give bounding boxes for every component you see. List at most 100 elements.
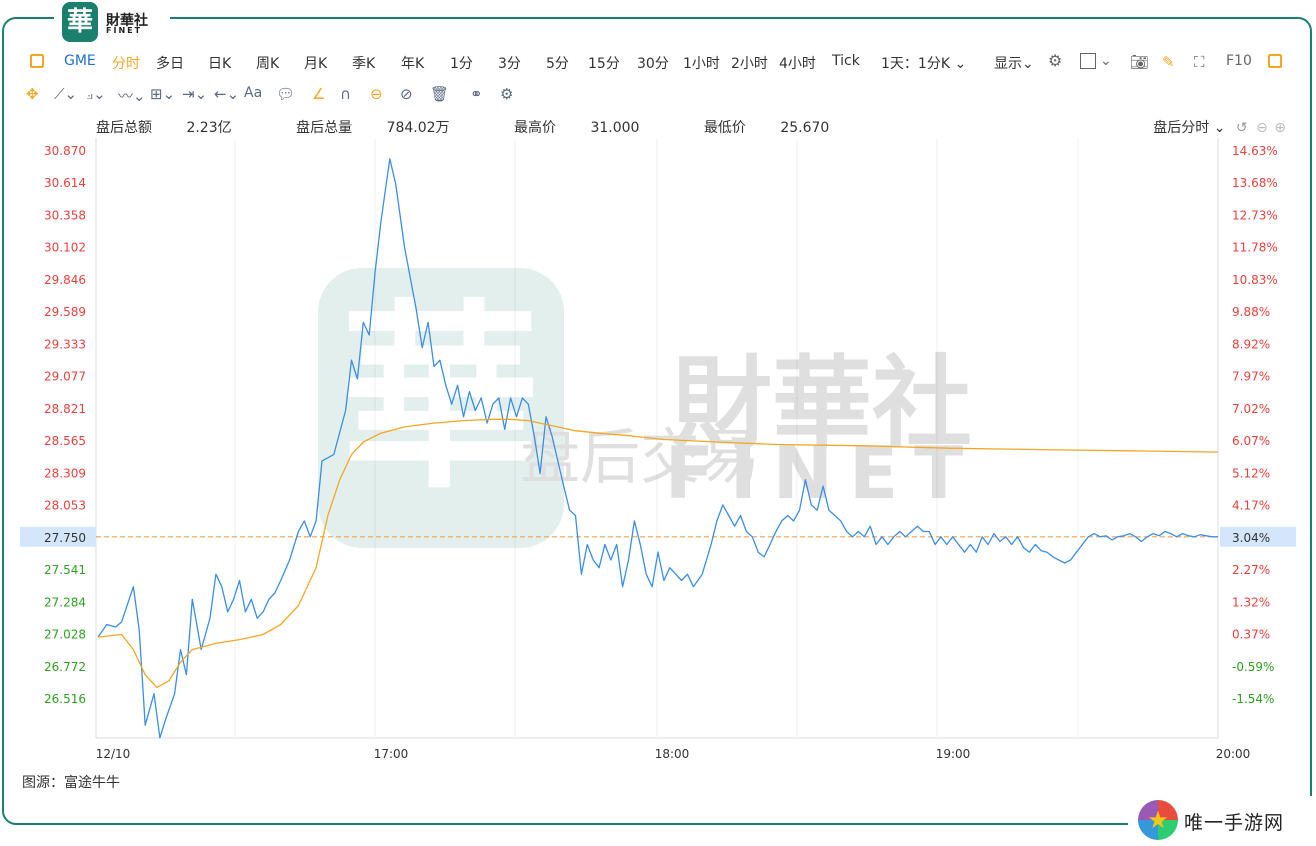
- volume-stat: 盘后总量 784.02万: [296, 120, 479, 136]
- y-tick-left: 27.028: [44, 628, 86, 642]
- y-tick-right: 13.68%: [1232, 176, 1278, 190]
- period-tab[interactable]: 周K: [256, 53, 279, 73]
- link-tool-icon[interactable]: ⚭: [470, 85, 483, 103]
- wave-tool-icon[interactable]: 〰⌄: [118, 85, 146, 106]
- x-tick: 19:00: [936, 747, 971, 761]
- period-tab[interactable]: 月K: [304, 53, 327, 73]
- site-star-icon: ★: [1138, 800, 1178, 840]
- draw-settings-icon[interactable]: ⚙: [500, 85, 513, 103]
- period-tab[interactable]: 1分: [450, 53, 473, 73]
- x-tick: 20:00: [1216, 747, 1251, 761]
- period-tab[interactable]: 多日: [156, 53, 184, 73]
- range-tool-icon[interactable]: ⇥⌄: [182, 85, 207, 103]
- reset-icon[interactable]: ↺: [1236, 120, 1248, 136]
- y-tick-left: 26.516: [44, 692, 86, 706]
- symbol-label[interactable]: GME: [64, 53, 96, 69]
- pencil-icon[interactable]: ✎: [1162, 53, 1175, 71]
- y-tick-left: 28.565: [44, 434, 86, 448]
- y-tick-right: 4.17%: [1232, 499, 1270, 513]
- zoom-out-icon[interactable]: ⊖: [1256, 120, 1268, 136]
- text-tool-icon[interactable]: Aa: [244, 85, 262, 101]
- y-tick-left: 29.589: [44, 305, 86, 319]
- x-tick: 17:00: [374, 747, 409, 761]
- angle-tool-icon[interactable]: ∠: [312, 85, 325, 103]
- polyline-tool-icon[interactable]: ⟓⌄: [86, 85, 106, 103]
- left-panel-toggle-icon[interactable]: [30, 54, 44, 68]
- y-tick-left: 30.102: [44, 241, 86, 255]
- y-tick-left: 30.614: [44, 176, 86, 190]
- camera-icon[interactable]: 📷︎: [1130, 53, 1149, 71]
- y-tick-right: -0.59%: [1232, 660, 1274, 674]
- settings-gear-icon[interactable]: ⚙: [1048, 51, 1062, 70]
- right-panel-toggle-icon[interactable]: [1268, 54, 1282, 68]
- period-tab[interactable]: 年K: [401, 53, 424, 73]
- finet-logo: 華 財華社 FINET: [54, 0, 170, 44]
- y-tick-right: 11.78%: [1232, 241, 1278, 255]
- y-tick-left: 27.541: [44, 563, 86, 577]
- period-tab[interactable]: 4小时: [779, 53, 816, 73]
- range-select-label: 1天：1分K: [881, 56, 950, 72]
- fullscreen-icon[interactable]: ⛶: [1194, 53, 1205, 71]
- y-tick-left: 28.309: [44, 466, 86, 480]
- session-select-label: 盘后分时: [1153, 120, 1210, 136]
- logo-english-name: FINET: [106, 26, 143, 35]
- turnover-label: 盘后总额: [96, 120, 152, 136]
- chart-watermark: 華 財華社 FINET 盘后交易: [318, 268, 972, 548]
- y-axis-right: 14.63% 13.68% 12.73% 11.78% 10.83% 9.88% 8.92%…: [1220, 144, 1296, 706]
- y-tick-right: 10.83%: [1232, 273, 1278, 287]
- site-watermark: ★ 唯一手游网: [1128, 796, 1314, 844]
- drag-pointer-icon[interactable]: ✥: [26, 85, 39, 103]
- logo-mark-icon: 華: [62, 2, 98, 42]
- period-tab[interactable]: 2小时: [731, 53, 768, 73]
- hide-tool-icon[interactable]: ⊘: [400, 85, 413, 103]
- line-tool-icon[interactable]: ⟋⌄: [54, 85, 77, 103]
- image-source: 图源：富途牛牛: [22, 775, 120, 791]
- y-tick-right: 9.88%: [1232, 305, 1270, 319]
- x-tick: 18:00: [655, 747, 690, 761]
- y-tick-right: 6.07%: [1232, 434, 1270, 448]
- y-tick-right: 5.12%: [1232, 466, 1270, 480]
- comment-tool-icon[interactable]: 💬︎: [276, 85, 295, 103]
- f10-button[interactable]: F10: [1226, 53, 1252, 69]
- chart-controls: 盘后分时 ⌄ ↺ ⊖ ⊕: [1153, 117, 1286, 137]
- high-stat: 最高价 31.000: [514, 120, 669, 136]
- low-label: 最低价: [703, 120, 746, 136]
- magnet-tool-icon[interactable]: ∩: [340, 85, 351, 103]
- y-tick-right: 0.37%: [1232, 628, 1270, 642]
- compare-checkbox-icon[interactable]: [1080, 53, 1096, 69]
- x-tick: 12/10: [96, 747, 131, 761]
- y-tick-right: 8.92%: [1232, 337, 1270, 351]
- high-label: 最高价: [513, 120, 556, 136]
- trash-icon[interactable]: 🗑︎: [430, 85, 449, 103]
- period-tab[interactable]: 15分: [588, 53, 620, 73]
- y-tick-left: 29.077: [44, 370, 86, 384]
- y-tick-left: 30.358: [44, 208, 86, 222]
- period-tab[interactable]: 30分: [637, 53, 669, 73]
- y-tick-right: 3.04%: [1232, 531, 1270, 545]
- period-tab[interactable]: 1小时: [683, 53, 720, 73]
- price-chart[interactable]: 華 財華社 FINET 盘后交易 30.870 30.614 30.358 30.10…: [0, 138, 1316, 770]
- y-axis-left: 30.870 30.614 30.358 30.102 29.846 29.589 29.3…: [20, 144, 96, 706]
- period-tab[interactable]: Tick: [832, 53, 860, 69]
- y-tick-right: 14.63%: [1232, 144, 1278, 158]
- period-tab[interactable]: 5分: [546, 53, 569, 73]
- measure-tool-icon[interactable]: ⊞⌄: [150, 85, 175, 103]
- period-tab[interactable]: 日K: [208, 53, 231, 73]
- volume-value: 784.02万: [386, 120, 450, 136]
- turnover-value: 2.23亿: [186, 120, 232, 136]
- after-hours-info: 盘后总额 2.23亿 盘后总量 784.02万 最高价 31.000 最低价 2…: [96, 117, 889, 137]
- range-select[interactable]: 1天：1分K ⌄: [881, 53, 966, 73]
- period-tab[interactable]: 分时: [112, 53, 140, 73]
- zoom-in-icon[interactable]: ⊕: [1274, 120, 1286, 136]
- display-menu-label: 显示: [994, 56, 1022, 72]
- volume-label: 盘后总量: [296, 120, 353, 136]
- compare-dropdown-icon[interactable]: ⌄: [1100, 53, 1112, 69]
- period-tab[interactable]: 季K: [352, 53, 375, 73]
- display-menu[interactable]: 显示⌄: [994, 53, 1034, 73]
- arrow-tool-icon[interactable]: ←⌄: [214, 85, 239, 103]
- y-tick-left: 28.053: [44, 499, 86, 513]
- y-tick-right: -1.54%: [1232, 692, 1274, 706]
- session-select[interactable]: 盘后分时 ⌄: [1153, 120, 1225, 136]
- period-tab[interactable]: 3分: [498, 53, 521, 73]
- eye-tool-icon[interactable]: ⊖: [370, 85, 383, 103]
